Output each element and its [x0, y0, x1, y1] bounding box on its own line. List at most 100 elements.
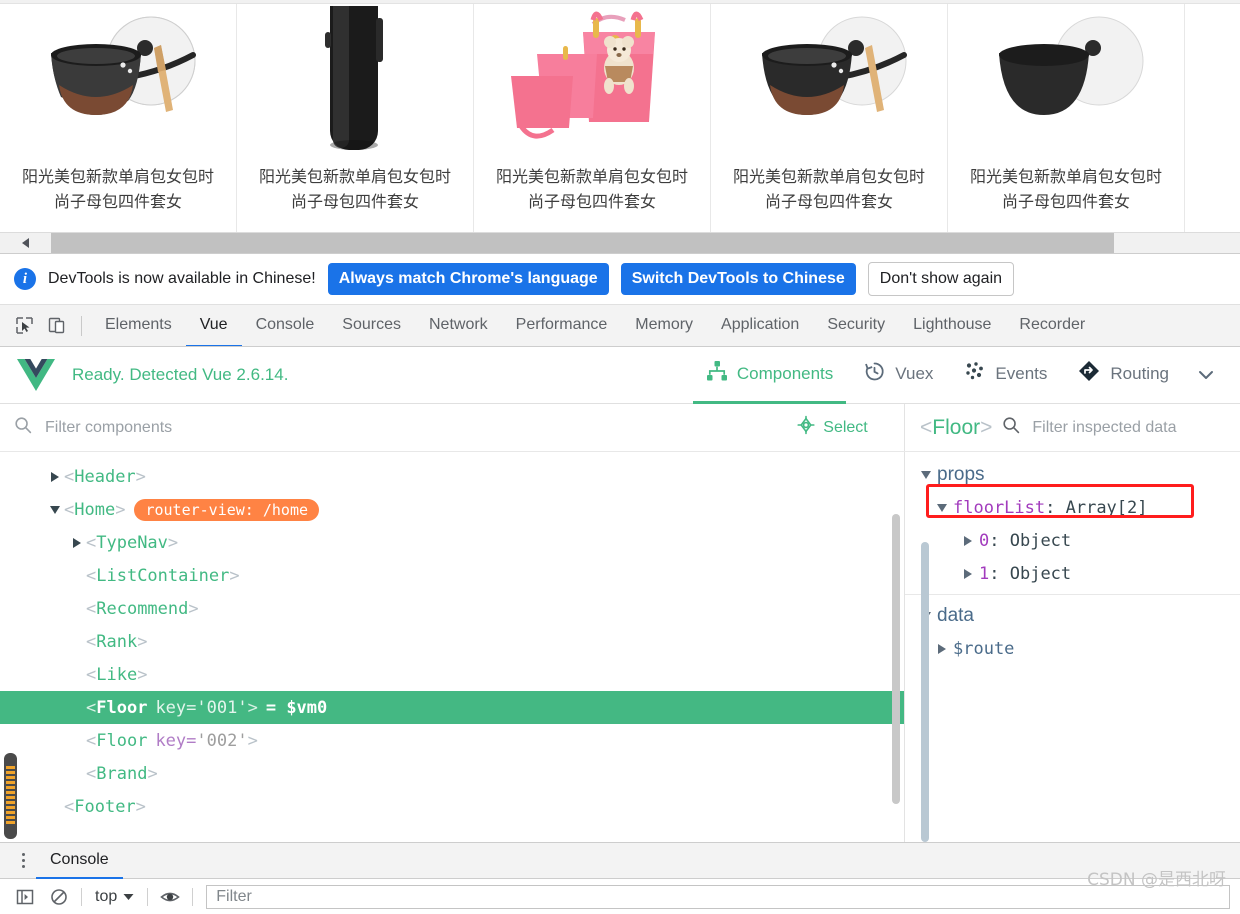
drawer-tab-console[interactable]: Console	[36, 843, 123, 879]
array-item-type: Object	[1009, 563, 1072, 584]
expand-arrow-icon[interactable]	[957, 568, 979, 579]
routing-diamond-icon	[1077, 359, 1101, 388]
language-notification-bar: i DevTools is now available in Chinese! …	[0, 254, 1240, 305]
select-component-button[interactable]: Select	[760, 404, 905, 451]
product-title: 阳光美包新款单肩包女包时尚子母包四件套女	[732, 167, 925, 211]
tree-row[interactable]: < Rank >	[0, 625, 904, 658]
execution-context-selector[interactable]: top	[87, 888, 142, 906]
collapse-arrow-icon[interactable]	[915, 470, 937, 479]
context-label: top	[95, 887, 118, 905]
inspector-group-data[interactable]: data	[905, 599, 1240, 632]
inspector-row-route[interactable]: $route	[905, 632, 1240, 665]
component-attr-value: '002'	[196, 730, 248, 751]
tab-memory[interactable]: Memory	[621, 305, 707, 346]
scrollbar-thumb[interactable]	[51, 233, 1114, 253]
tree-row[interactable]: < Footer >	[0, 790, 904, 823]
product-card[interactable]: 阳光美包新款单肩包女包时尚子母包四件套女	[711, 4, 948, 236]
tab-recorder[interactable]: Recorder	[1005, 305, 1099, 346]
console-filter-input[interactable]	[214, 886, 1222, 907]
collapse-arrow-icon[interactable]	[931, 503, 953, 512]
live-expression-eye-icon[interactable]	[153, 880, 187, 914]
tree-row[interactable]: < ListContainer >	[0, 559, 904, 592]
tab-security[interactable]: Security	[813, 305, 899, 346]
toolbar-divider	[81, 315, 82, 336]
product-card[interactable]: 阳光美包新款单肩包女包时尚子母包四件套女	[474, 4, 711, 236]
array-index: 0	[979, 530, 990, 551]
target-crosshair-icon	[796, 415, 816, 440]
tab-console[interactable]: Console	[242, 305, 329, 346]
tab-lighthouse[interactable]: Lighthouse	[899, 305, 1005, 346]
page-content-area: 阳光美包新款单肩包女包时尚子母包四件套女 阳光美包新款单肩包女包时尚子母包四件套…	[0, 0, 1240, 240]
tab-network[interactable]: Network	[415, 305, 502, 346]
always-match-language-button[interactable]: Always match Chrome's language	[327, 263, 609, 295]
product-card[interactable]: 阳光美包新款单肩包女包时尚子母包四件套女	[0, 4, 237, 236]
inspector-group-props[interactable]: props	[905, 458, 1240, 491]
devtools-tab-bar: Elements Vue Console Sources Network Per…	[0, 305, 1240, 347]
inspector-divider	[905, 594, 1240, 595]
inspector-row-item[interactable]: 1: Object	[905, 557, 1240, 590]
console-drawer: Console top	[0, 842, 1240, 914]
vue-nav-label: Events	[995, 363, 1048, 383]
expand-arrow-icon[interactable]	[931, 643, 953, 654]
console-sidebar-icon[interactable]	[8, 880, 42, 914]
tree-row[interactable]: < Like >	[0, 658, 904, 691]
inspector-row-floorlist[interactable]: floorList: Array[2]	[905, 491, 1240, 524]
tree-row[interactable]: < Floor key = '002' >	[0, 724, 904, 757]
component-attr-value: '001'	[196, 697, 248, 718]
expand-arrow-icon[interactable]	[46, 471, 64, 482]
tree-row[interactable]: < TypeNav >	[0, 526, 904, 559]
tab-vue[interactable]: Vue	[185, 305, 242, 346]
info-icon: i	[14, 268, 36, 290]
tree-row-selected[interactable]: < Floor key = '001' > = $vm0	[0, 691, 904, 724]
tree-vertical-scrollbar[interactable]	[892, 514, 900, 804]
console-filter-field[interactable]	[206, 884, 1230, 909]
tree-row[interactable]: < Header >	[0, 460, 904, 493]
vue-devtools-header: Ready. Detected Vue 2.6.14. Components V…	[0, 347, 1240, 404]
component-tag-name: Floor	[96, 697, 148, 718]
product-row: 阳光美包新款单肩包女包时尚子母包四件套女 阳光美包新款单肩包女包时尚子母包四件套…	[0, 4, 1240, 236]
inspector-vertical-scrollbar[interactable]	[921, 542, 929, 842]
tab-elements[interactable]: Elements	[91, 305, 186, 346]
vue-nav-components[interactable]: Components	[692, 347, 847, 404]
search-icon	[14, 416, 32, 439]
scrollbar-track[interactable]	[1114, 233, 1240, 253]
expand-arrow-icon[interactable]	[68, 537, 86, 548]
vue-nav-label: Components	[736, 363, 834, 383]
vm-reference-label: = $vm0	[265, 697, 328, 718]
tab-performance[interactable]: Performance	[502, 305, 622, 346]
device-toolbar-icon[interactable]	[40, 310, 72, 342]
clear-console-icon[interactable]	[42, 880, 76, 914]
chevron-down-icon	[123, 888, 134, 906]
vue-nav-routing[interactable]: Routing	[1064, 347, 1182, 404]
chevron-down-icon[interactable]	[1186, 365, 1226, 385]
expand-arrow-icon[interactable]	[957, 535, 979, 546]
filter-components-input[interactable]	[43, 417, 760, 438]
component-tag-name: TypeNav	[96, 532, 168, 553]
page-horizontal-scrollbar[interactable]	[0, 232, 1240, 253]
collapse-arrow-icon[interactable]	[46, 505, 64, 514]
product-image-pink-handbag-set	[474, 6, 710, 154]
drawer-tab-bar: Console	[0, 843, 1240, 879]
vue-nav-vuex[interactable]: Vuex	[850, 347, 946, 404]
tree-row[interactable]: < Recommend >	[0, 592, 904, 625]
dont-show-again-button[interactable]: Don't show again	[867, 262, 1015, 296]
component-attr-key: key	[155, 697, 187, 718]
switch-to-chinese-button[interactable]: Switch DevTools to Chinese	[620, 263, 856, 295]
console-toolbar: top	[0, 879, 1240, 914]
vue-nav-events[interactable]: Events	[950, 347, 1060, 404]
filter-inspected-data-input[interactable]	[1030, 417, 1240, 438]
vue-nav-label: Routing	[1110, 363, 1169, 383]
product-title: 阳光美包新款单肩包女包时尚子母包四件套女	[495, 167, 688, 211]
tab-application[interactable]: Application	[707, 305, 813, 346]
kebab-menu-icon[interactable]	[10, 853, 36, 868]
tree-row[interactable]: < Brand >	[0, 757, 904, 790]
inspector-group-label: data	[937, 604, 974, 626]
tree-row[interactable]: < Home > router-view: /home	[0, 493, 904, 526]
inspector-row-item[interactable]: 0: Object	[905, 524, 1240, 557]
product-card[interactable]: 阳光美包新款单肩包女包时尚子母包四件套女	[948, 4, 1185, 236]
inspect-element-icon[interactable]	[8, 310, 40, 342]
scroll-left-arrow-icon[interactable]	[0, 233, 51, 253]
product-image-wok-pan	[711, 6, 947, 154]
product-card[interactable]: 阳光美包新款单肩包女包时尚子母包四件套女	[237, 4, 474, 236]
tab-sources[interactable]: Sources	[328, 305, 415, 346]
